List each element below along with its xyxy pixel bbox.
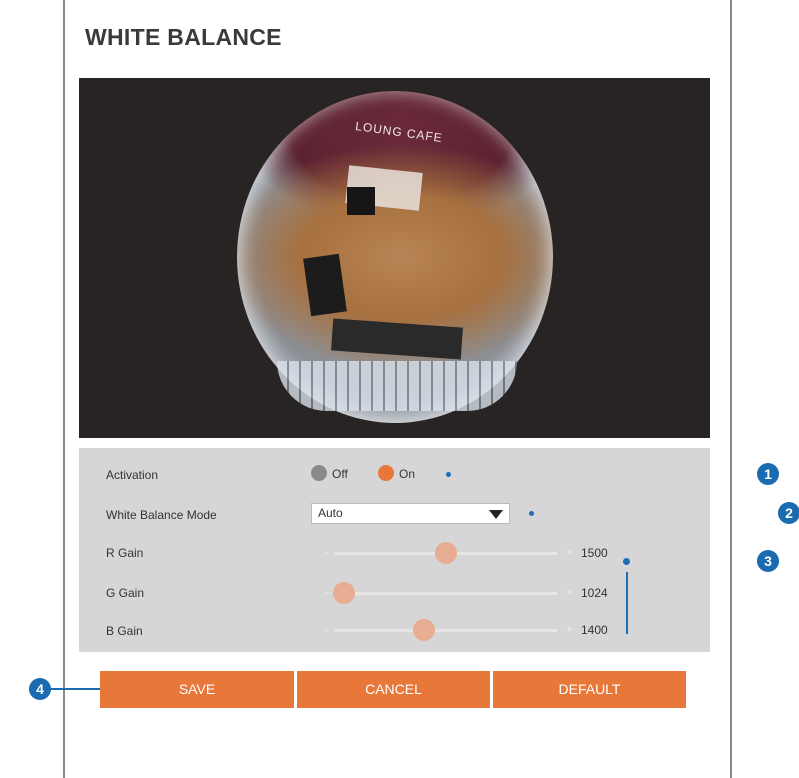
g-gain-slider[interactable] bbox=[332, 582, 557, 604]
windows-shape bbox=[277, 361, 517, 411]
page-title: WHITE BALANCE bbox=[85, 24, 282, 50]
b-gain-label: B Gain bbox=[106, 624, 143, 638]
r-gain-value: 1500 bbox=[581, 546, 608, 560]
gain-bracket-dot bbox=[623, 558, 630, 565]
g-gain-thumb[interactable] bbox=[332, 582, 355, 604]
g-gain-value: 1024 bbox=[581, 586, 608, 600]
settings-panel: Activation Off On White Balance Mode Aut… bbox=[79, 448, 710, 652]
cancel-button[interactable]: CANCEL bbox=[297, 671, 490, 708]
mode-marker-dot bbox=[529, 511, 534, 516]
activation-off-label: Off bbox=[332, 467, 348, 481]
white-balance-mode-value: Auto bbox=[318, 506, 343, 520]
r-gain-plus[interactable]: + bbox=[566, 545, 573, 559]
callout-badge-3: 3 bbox=[757, 550, 779, 572]
activation-label: Activation bbox=[106, 468, 159, 482]
b-gain-plus[interactable]: + bbox=[566, 622, 573, 636]
chevron-down-icon bbox=[489, 510, 503, 519]
activation-marker-dot bbox=[446, 472, 451, 477]
g-gain-minus[interactable]: - bbox=[325, 585, 329, 599]
b-gain-minus[interactable]: - bbox=[325, 622, 329, 636]
activation-on-label: On bbox=[399, 467, 416, 481]
b-gain-slider[interactable] bbox=[335, 619, 557, 641]
callout-badge-1: 1 bbox=[757, 463, 779, 485]
video-preview: LOUNG CAFE bbox=[79, 78, 710, 438]
g-gain-plus[interactable]: + bbox=[566, 585, 573, 599]
fisheye-camera-image: LOUNG CAFE bbox=[237, 91, 553, 423]
gain-bracket-line bbox=[626, 572, 628, 634]
sofa-shape bbox=[303, 253, 347, 317]
b-gain-value: 1400 bbox=[581, 623, 608, 637]
white-balance-mode-select[interactable]: Auto bbox=[311, 503, 510, 524]
white-balance-mode-label: White Balance Mode bbox=[106, 508, 217, 522]
r-gain-label: R Gain bbox=[106, 546, 144, 560]
save-button[interactable]: SAVE bbox=[100, 671, 294, 708]
activation-on-radio[interactable] bbox=[378, 465, 394, 481]
bench-shape bbox=[331, 318, 463, 360]
cafe-sign: LOUNG CAFE bbox=[354, 118, 444, 146]
r-gain-slider[interactable] bbox=[335, 542, 557, 564]
r-gain-thumb[interactable] bbox=[435, 542, 457, 564]
g-gain-label: G Gain bbox=[106, 586, 145, 600]
callout-badge-2: 2 bbox=[778, 502, 799, 524]
b-gain-thumb[interactable] bbox=[412, 619, 435, 641]
callout-badge-4: 4 bbox=[29, 678, 51, 700]
machine-shape bbox=[347, 187, 375, 215]
default-button[interactable]: DEFAULT bbox=[493, 671, 686, 708]
r-gain-minus[interactable]: - bbox=[325, 545, 329, 559]
activation-off-radio[interactable] bbox=[311, 465, 327, 481]
